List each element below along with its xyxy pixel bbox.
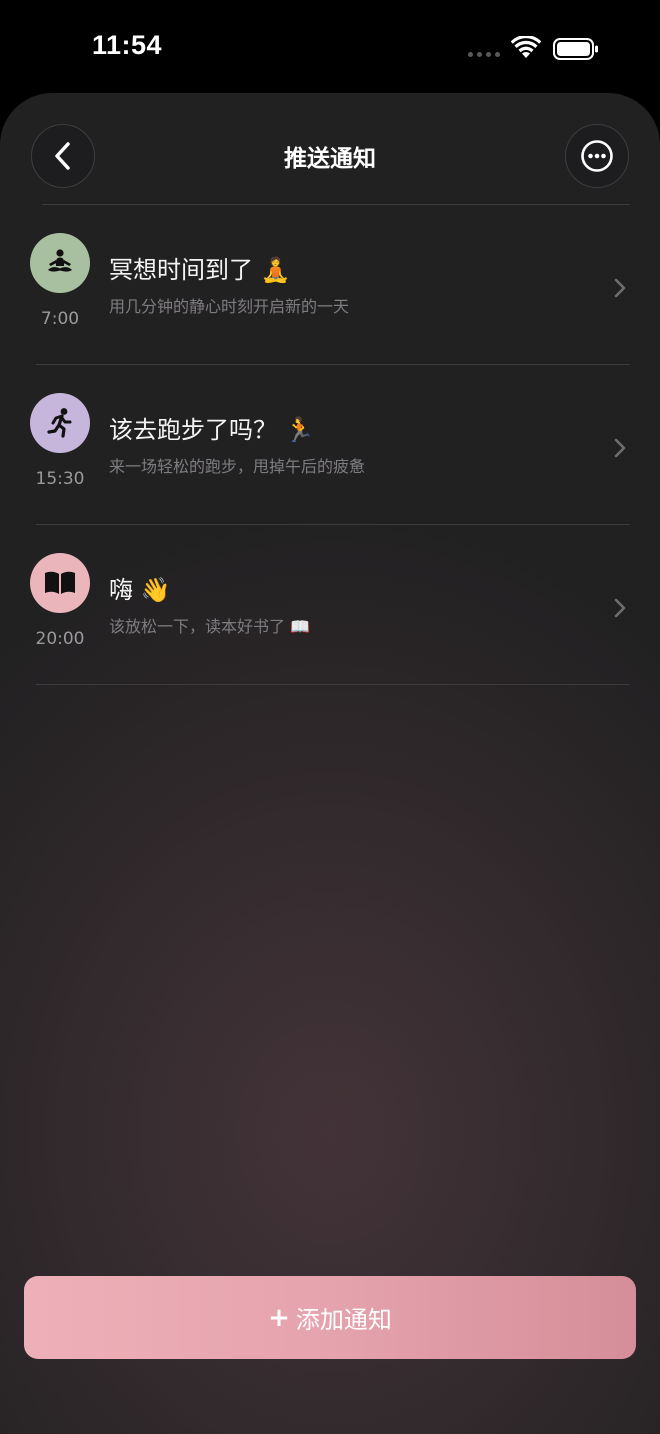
running-icon — [47, 408, 72, 438]
status-bar: 11:54 — [0, 0, 660, 95]
chevron-right-icon — [614, 278, 626, 298]
notification-row[interactable]: 20:00 嗨 👋 该放松一下，读本好书了 📖 — [0, 525, 660, 685]
notification-row[interactable]: 15:30 该去跑步了吗？ 🏃 来一场轻松的跑步，甩掉午后的疲惫 — [0, 365, 660, 525]
notification-row[interactable]: 7:00 冥想时间到了 🧘 用几分钟的静心时刻开启新的一天 — [0, 205, 660, 365]
status-time: 11:54 — [92, 30, 163, 60]
notification-avatar — [30, 393, 90, 453]
more-button[interactable] — [565, 124, 629, 188]
notification-subtitle: 该放松一下，读本好书了 📖 — [109, 617, 311, 636]
ellipsis-circle-icon — [581, 140, 613, 172]
notification-avatar — [30, 233, 90, 293]
cellular-signal-icon — [468, 52, 500, 57]
notification-list: 7:00 冥想时间到了 🧘 用几分钟的静心时刻开启新的一天 15:30 该去跑步… — [0, 205, 660, 685]
page-title: 推送通知 — [284, 146, 376, 172]
add-notification-label: 添加通知 — [295, 1306, 392, 1334]
wifi-icon — [511, 36, 541, 58]
notification-subtitle: 用几分钟的静心时刻开启新的一天 — [109, 297, 350, 316]
notification-avatar — [30, 553, 90, 613]
add-notification-button[interactable]: + 添加通知 — [24, 1276, 636, 1359]
notification-title: 冥想时间到了 🧘 — [109, 256, 291, 284]
notification-title: 该去跑步了吗？ 🏃 — [109, 416, 315, 444]
notification-time: 7:00 — [40, 309, 80, 329]
header: 推送通知 — [0, 93, 660, 205]
chevron-right-icon — [614, 598, 626, 618]
notifications-sheet: 推送通知 7:00 冥想时间到了 🧘 用几分钟的静心时刻开启新的一天 15:30… — [0, 93, 660, 1434]
row-divider — [36, 684, 630, 685]
notification-time: 15:30 — [35, 469, 85, 489]
notification-time: 20:00 — [35, 629, 85, 649]
meditation-icon — [48, 249, 72, 272]
chevron-right-icon — [614, 438, 626, 458]
battery-icon — [553, 38, 598, 60]
plus-icon: + — [268, 1302, 290, 1333]
notification-subtitle: 来一场轻松的跑步，甩掉午后的疲惫 — [109, 457, 366, 476]
book-icon — [45, 571, 75, 594]
notification-title: 嗨 👋 — [109, 576, 171, 604]
